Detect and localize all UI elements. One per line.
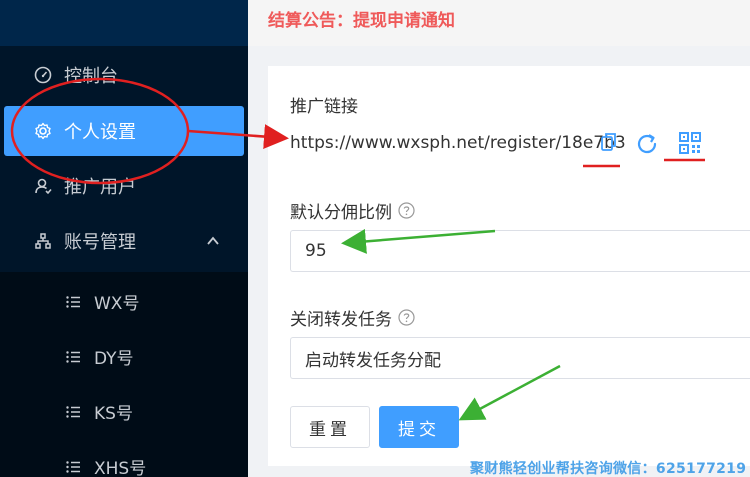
help-icon[interactable] (398, 202, 415, 219)
sidebar-item-label: 个人设置 (64, 122, 136, 143)
sidebar: 控制台 个人设置 推广用户 账号管理 WX号 DY号 KS号 XHS号 (0, 0, 248, 477)
sidebar-subitem-dy[interactable]: DY号 (0, 336, 248, 376)
ratio-label-text: 默认分佣比例 (290, 203, 392, 223)
sidebar-subitem-xhs[interactable]: XHS号 (0, 446, 248, 477)
reset-button[interactable]: 重置 (290, 406, 370, 448)
notice-text: 结算公告：提现申请通知 (268, 11, 455, 31)
sidebar-subitem-label: DY号 (94, 348, 134, 369)
sidebar-item-label: 推广用户 (64, 177, 136, 198)
sidebar-subitem-label: KS号 (94, 403, 133, 424)
promo-link: https://www.wxsph.net/register/18e7b3 (290, 133, 626, 153)
ratio-input[interactable]: 95 (290, 230, 750, 272)
list-icon (66, 459, 80, 473)
list-icon (66, 294, 80, 308)
qrcode-icon[interactable] (679, 132, 703, 156)
link-label: 推广链接 (290, 92, 358, 117)
ratio-label: 默认分佣比例 (290, 198, 415, 223)
user-icon (34, 177, 52, 195)
forward-label-text: 关闭转发任务 (290, 310, 392, 330)
sidebar-subitem-wx[interactable]: WX号 (0, 281, 248, 321)
list-icon (66, 349, 80, 363)
forward-select[interactable]: 启动转发任务分配 (290, 337, 750, 379)
sidebar-item-account-management[interactable]: 账号管理 (0, 216, 248, 266)
list-icon (66, 404, 80, 418)
watermark-text: 聚财熊轻创业帮扶咨询微信：625177219 (470, 461, 747, 477)
ratio-input-value: 95 (305, 241, 327, 261)
gear-icon (34, 122, 52, 140)
chevron-up-icon (206, 232, 220, 246)
sidebar-item-dashboard[interactable]: 控制台 (0, 50, 248, 100)
sidebar-subitem-ks[interactable]: KS号 (0, 391, 248, 431)
org-icon (34, 232, 52, 250)
submit-button[interactable]: 提交 (379, 406, 459, 448)
forward-select-value: 启动转发任务分配 (305, 350, 441, 371)
sidebar-item-label: 控制台 (64, 66, 118, 87)
sidebar-item-label: 账号管理 (64, 232, 136, 253)
notice-bar: 结算公告：提现申请通知 (248, 0, 750, 46)
help-icon[interactable] (398, 309, 415, 326)
sidebar-item-personal-settings[interactable]: 个人设置 (4, 106, 244, 156)
dashboard-icon (34, 66, 52, 84)
forward-label: 关闭转发任务 (290, 305, 415, 330)
refresh-icon[interactable] (635, 132, 659, 156)
copy-icon[interactable] (600, 132, 624, 156)
sidebar-item-promoted-users[interactable]: 推广用户 (0, 161, 248, 211)
sidebar-subitem-label: WX号 (94, 293, 140, 314)
sidebar-logo-area (0, 0, 248, 46)
sidebar-subitem-label: XHS号 (94, 458, 147, 477)
link-label-text: 推广链接 (290, 97, 358, 117)
